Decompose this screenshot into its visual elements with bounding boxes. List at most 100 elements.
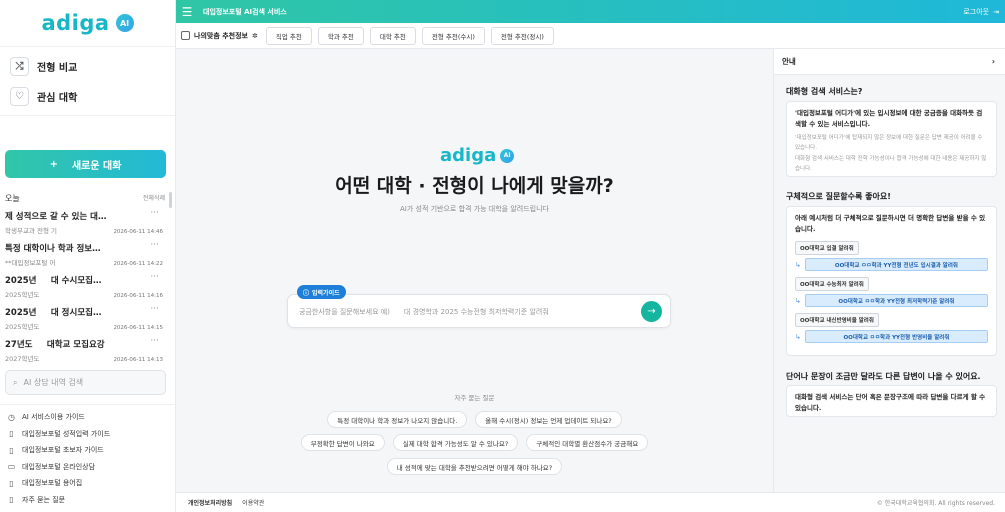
history-date: 2026-06-11 14:46: [113, 229, 163, 235]
faq-chip[interactable]: 실제 대학 합격 가능성도 알 수 있나요?: [392, 434, 519, 451]
chat-icon: ▭: [7, 462, 16, 472]
link-label: AI 서비스이용 가이드: [22, 413, 85, 422]
tab-major[interactable]: 학과 추천: [317, 26, 364, 45]
book-icon: ▯: [9, 429, 14, 439]
history-search-input[interactable]: ⌕ AI 상담 내역 검색: [5, 370, 166, 395]
link-online-counsel[interactable]: ▭ 대입정보포털 온라인상담: [0, 459, 176, 476]
faq-row: 특정 대학이나 학과 정보가 나오지 않습니다. 올해 수시(정시) 정보는 언…: [176, 411, 773, 428]
faq-chip[interactable]: 구체적인 대학별 환산점수가 궁금해요: [526, 434, 649, 451]
logo-text: adiga: [41, 11, 110, 35]
example-answer-row: ↳ OO대학교 ㅁㅁ학과 YY전형 최저학력기준 알려줘: [795, 294, 988, 307]
search-placeholder: AI 상담 내역 검색: [23, 378, 84, 387]
section-title: 대화형 검색 서비스는?: [786, 87, 863, 96]
page-title: 어떤 대학 · 전형이 나에게 맞을까?: [335, 175, 614, 197]
question-input[interactable]: 궁금한사항을 질문해보세요 예) 대 경영학과 2025 수능전형 최저학력기준…: [287, 294, 671, 328]
tab-university[interactable]: 대학 추천: [369, 26, 416, 45]
footer: 개인정보처리방침 이용약관 © 한국대학교육협의회. All rights re…: [176, 492, 1005, 512]
link-label: 대입정보포털 용어집: [22, 479, 83, 488]
delete-all-button[interactable]: 전체삭제: [143, 193, 165, 204]
more-icon[interactable]: ···: [150, 272, 159, 282]
sidebar-nav: ⤮ 전형 비교 ♡ 관심 대학: [0, 46, 175, 116]
link-glossary[interactable]: ▯ 대입정보포털 용어집: [0, 475, 176, 492]
info-card: '대입정보포털 어디가'에 있는 입시정보에 대한 궁금증을 대화하듯 검색할 …: [786, 101, 997, 177]
sidebar-toggle-icon[interactable]: [181, 31, 190, 40]
send-button[interactable]: →: [641, 301, 662, 322]
history-title-text: 제 성적으로 갈 수 있는 대…: [5, 212, 107, 222]
hero-logo: adiga AI: [440, 145, 515, 166]
logo[interactable]: adiga AI: [0, 0, 175, 46]
ai-badge-icon: AI: [500, 148, 515, 163]
section-title: 구체적으로 질문할수록 좋아요!: [786, 192, 891, 201]
new-chat-label: 새로운 대화: [71, 160, 122, 172]
info-card: 대화형 검색 서비스는 단어 혹은 문장구조에 따라 답변을 다르게 할 수 있…: [786, 385, 997, 417]
panel-header: 안내 ›: [774, 49, 1005, 75]
tab-admission-early[interactable]: 전형 추천(수시): [421, 26, 485, 45]
section-title: 단어나 문장이 조금만 달라도 다른 답변이 나올 수 있어요.: [786, 372, 981, 381]
menu-icon[interactable]: ☰: [176, 5, 198, 19]
faq-chip[interactable]: 올해 수시(정시) 정보는 언제 업데이트 되나요?: [475, 411, 622, 428]
card-note: '대입정보포털 어디가'에 탑재되지 않은 정보에 대한 질문은 답변 제공이 …: [795, 135, 983, 151]
list-item[interactable]: 2025년 대 수시모집… 2025학년도 2026-06-11 14:16 ·…: [5, 270, 167, 302]
sidebar: adiga AI ⤮ 전형 비교 ♡ 관심 대학 + 새로운 대화 오늘 전체삭…: [0, 0, 176, 512]
card-bold-text: '대입정보포털 어디가'에 있는 입시정보에 대한 궁금증을 대화하듯 검색할 …: [795, 109, 983, 128]
more-icon[interactable]: ···: [150, 336, 159, 346]
link-beginner-guide[interactable]: ▯ 대입정보포털 초보자 가이드: [0, 442, 176, 459]
privacy-link[interactable]: 개인정보처리방침: [188, 498, 232, 507]
hero-logo-text: adiga: [440, 145, 497, 166]
info-icon: ⓘ: [303, 289, 310, 297]
example-answer: OO대학교 ㅁㅁ학과 YY전형 반영비율 알려줘: [804, 330, 988, 343]
panel-title: 안내: [782, 57, 796, 66]
book-icon: ▯: [9, 445, 14, 455]
example-item: OO대학교 수능최저 알려줘 ↳ OO대학교 ㅁㅁ학과 YY전형 최저학력기준 …: [795, 271, 988, 307]
example-question: OO대학교 내신반영비율 알려줘: [795, 313, 879, 327]
recommend-label: 나의맞춤 추천정보 ✲: [181, 31, 258, 41]
history-title-text: 특정 대학이나 학과 정보…: [5, 244, 101, 254]
list-item[interactable]: 제 성적으로 갈 수 있는 대… 학생부교과 전형 기 2026-06-11 1…: [5, 206, 167, 238]
link-ai-guide[interactable]: ◷ AI 서비스이용 가이드: [0, 409, 176, 426]
link-score-guide[interactable]: ▯ 대입정보포털 성적입력 가이드: [0, 426, 176, 443]
link-label: 대입정보포털 초보자 가이드: [22, 446, 104, 455]
list-item[interactable]: 27년도 대학교 모집요강 2027학년도 2026-06-11 14:13 ·…: [5, 334, 167, 363]
tab-admission-regular[interactable]: 전형 추천(정시): [490, 26, 554, 45]
sidebar-item-favorites[interactable]: ♡ 관심 대학: [0, 81, 175, 111]
faq-row: 내 성적에 맞는 대학을 추천받으려면 어떻게 해야 하나요?: [176, 458, 773, 475]
faq-chip[interactable]: 부정확한 답변이 나와요: [300, 434, 385, 451]
info-panel: 안내 › 대화형 검색 서비스는? '대입정보포털 어디가'에 있는 입시정보에…: [773, 49, 1005, 492]
clock-icon: ◷: [8, 412, 15, 422]
search-icon: ⌕: [13, 377, 18, 387]
more-icon[interactable]: ···: [150, 208, 159, 218]
example-question: OO대학교 입결 알려줘: [795, 241, 859, 255]
more-icon[interactable]: ···: [150, 304, 159, 314]
example-item: OO대학교 입결 알려줘 ↳ OO대학교 ㅁㅁ학과 YY전형 전년도 입시결과 …: [795, 235, 988, 271]
link-label: 대입정보포털 성적입력 가이드: [22, 429, 111, 438]
list-item[interactable]: 특정 대학이나 학과 정보… **대입정보포털 어 2026-06-11 14:…: [5, 238, 167, 270]
recommend-label-text: 나의맞춤 추천정보: [194, 31, 248, 40]
book-icon: ▯: [9, 495, 14, 505]
logout-label: 로그아웃: [963, 7, 990, 16]
example-answer-row: ↳ OO대학교 ㅁㅁ학과 YY전형 전년도 입시결과 알려줘: [795, 258, 988, 271]
history-scrollbar[interactable]: [169, 192, 172, 208]
ai-badge-icon: AI: [115, 14, 134, 32]
question-placeholder: 궁금한사항을 질문해보세요 예) 대 경영학과 2025 수능전형 최저학력기준…: [299, 308, 549, 316]
more-icon[interactable]: ···: [150, 240, 159, 250]
input-guide-button[interactable]: ⓘ 입력가이드: [297, 285, 346, 299]
chevron-right-icon[interactable]: ›: [992, 57, 995, 66]
history-date: 2026-06-11 14:16: [113, 293, 163, 299]
terms-link[interactable]: 이용약관: [242, 498, 264, 507]
book-icon: ▯: [9, 478, 14, 488]
logout-button[interactable]: 로그아웃 ⇥: [963, 7, 999, 17]
card-note: 대화형 검색 서비스는 대학 진학 가능성이나 합격 가능성에 대한 내용은 제…: [795, 156, 987, 172]
gear-icon[interactable]: ✲: [252, 32, 258, 40]
list-item[interactable]: 2025년 대 정시모집… 2025학년도 2026-06-11 14:15 ·…: [5, 302, 167, 334]
heart-icon: ♡: [10, 86, 29, 106]
tab-job[interactable]: 직업 추천: [265, 26, 312, 45]
faq-chip[interactable]: 특정 대학이나 학과 정보가 나오지 않습니다.: [327, 411, 468, 428]
example-answer: OO대학교 ㅁㅁ학과 YY전형 전년도 입시결과 알려줘: [804, 258, 988, 271]
app-title: 대입정보포털 AI검색 서비스: [203, 7, 287, 16]
history-title: 오늘: [5, 194, 20, 203]
new-chat-button[interactable]: + 새로운 대화: [5, 150, 166, 178]
sidebar-item-compare[interactable]: ⤮ 전형 비교: [0, 51, 175, 81]
link-faq[interactable]: ▯ 자주 묻는 질문: [0, 492, 176, 509]
faq-title: 자주 묻는 질문: [454, 394, 495, 402]
faq-chip[interactable]: 내 성적에 맞는 대학을 추천받으려면 어떻게 해야 하나요?: [386, 458, 563, 475]
